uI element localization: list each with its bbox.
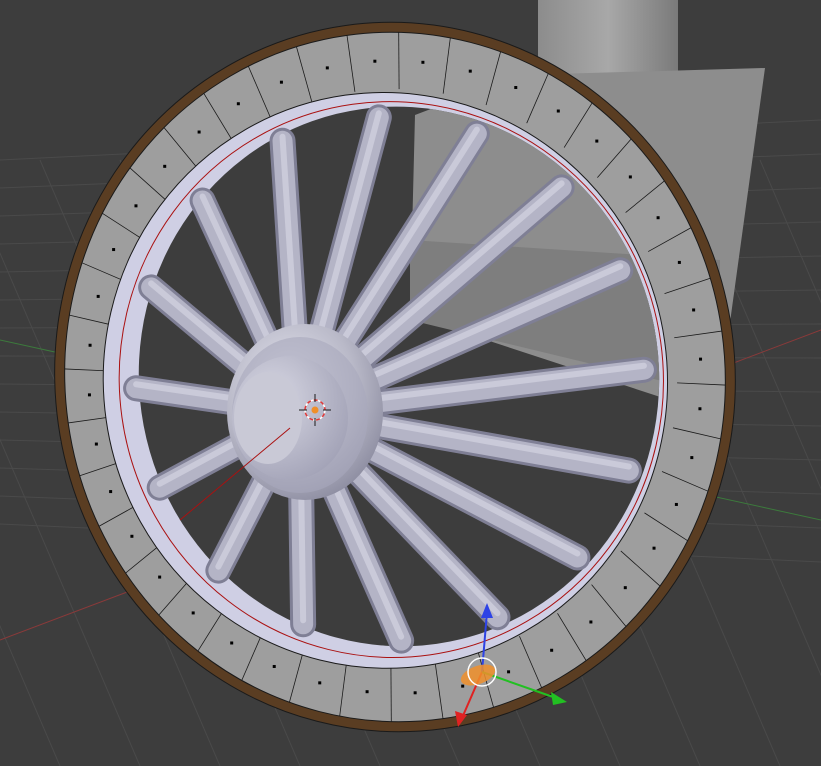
rim-vertex-dot [656, 216, 660, 220]
rim-vertex-dot [112, 248, 116, 252]
rim-vertex-dot [279, 80, 283, 84]
rim-vertex-dot [623, 586, 627, 590]
rim-vertex-dot [507, 670, 511, 674]
rim-vertex-dot [88, 343, 92, 347]
3d-viewport[interactable] [0, 0, 821, 766]
rim-vertex-dot [595, 139, 599, 143]
rim-vertex-dot [318, 681, 322, 685]
rim-vertex-dot [158, 575, 162, 579]
rim-vertex-dot [674, 502, 678, 506]
rim-vertex-dot [236, 102, 240, 106]
rim-vertex-dot [413, 691, 417, 695]
rim-vertex-dot [468, 69, 472, 73]
rim-vertex-dot [365, 690, 369, 694]
grid-line [759, 159, 821, 304]
rim-vertex-dot [230, 641, 234, 645]
rim-vertex-dot [197, 130, 201, 134]
rim-vertex-dot [550, 648, 554, 652]
gizmo-y-arrow[interactable] [551, 692, 567, 705]
rim-vertex-dot [421, 60, 425, 64]
rim-vertex-dot [163, 164, 167, 168]
viewport-scene[interactable] [0, 0, 821, 766]
rim-vertex-dot [556, 109, 560, 113]
rim-vertex-dot [325, 66, 329, 70]
rim-vertex-dot [94, 442, 98, 446]
rim-vertex-dot [690, 456, 694, 460]
rim-vertex-dot [272, 664, 276, 668]
rim-vertex-dot [461, 684, 465, 688]
rim-vertex-dot [628, 175, 632, 179]
rim-vertex-dot [698, 407, 702, 411]
rim-vertex-dot [109, 490, 113, 494]
rim-vertex-dot [96, 294, 100, 298]
rim-vertex-dot [191, 611, 195, 615]
rim-vertex-dot [677, 260, 681, 264]
rim-vertex-dot [699, 357, 703, 361]
rim-vertex-dot [514, 86, 518, 90]
rim-vertex-dot [373, 59, 377, 63]
rim-vertex-dot [692, 308, 696, 312]
rim-vertex-dot [589, 620, 593, 624]
rim-vertex-dot [130, 534, 134, 538]
rim-vertex-dot [652, 546, 656, 550]
rim-vertex-dot [87, 393, 91, 397]
rim-vertex-dot [134, 204, 138, 208]
grid-line [0, 624, 61, 766]
